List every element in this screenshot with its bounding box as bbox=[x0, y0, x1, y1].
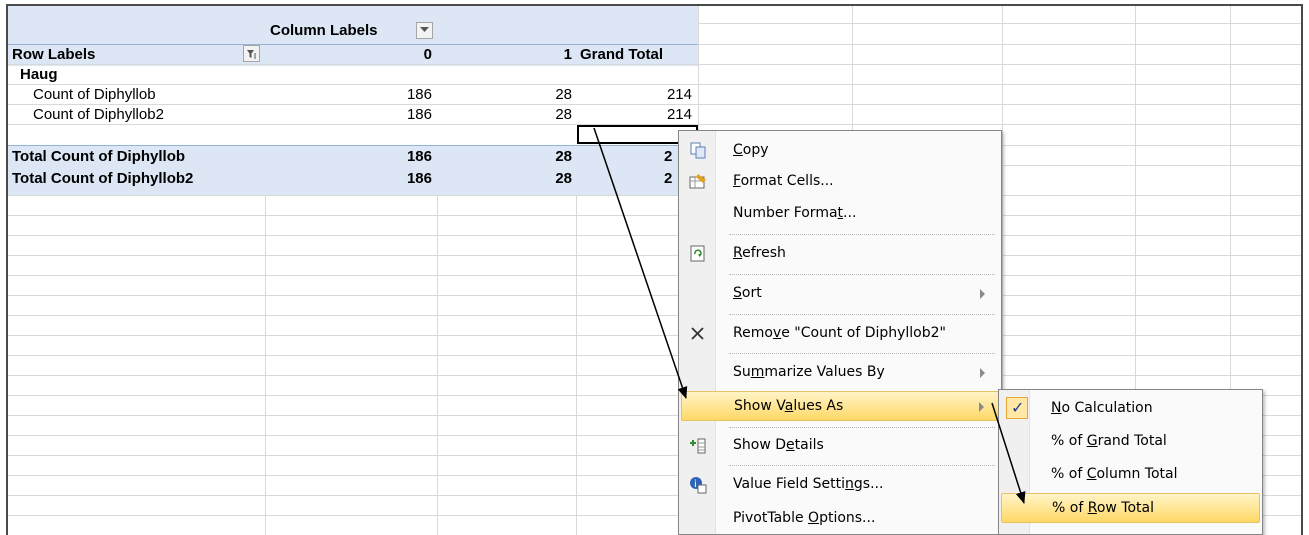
arrow-to-show-values-as bbox=[593, 127, 688, 399]
annotation-arrows bbox=[593, 127, 1026, 504]
arrow-to-percent-row-total bbox=[991, 402, 1026, 504]
